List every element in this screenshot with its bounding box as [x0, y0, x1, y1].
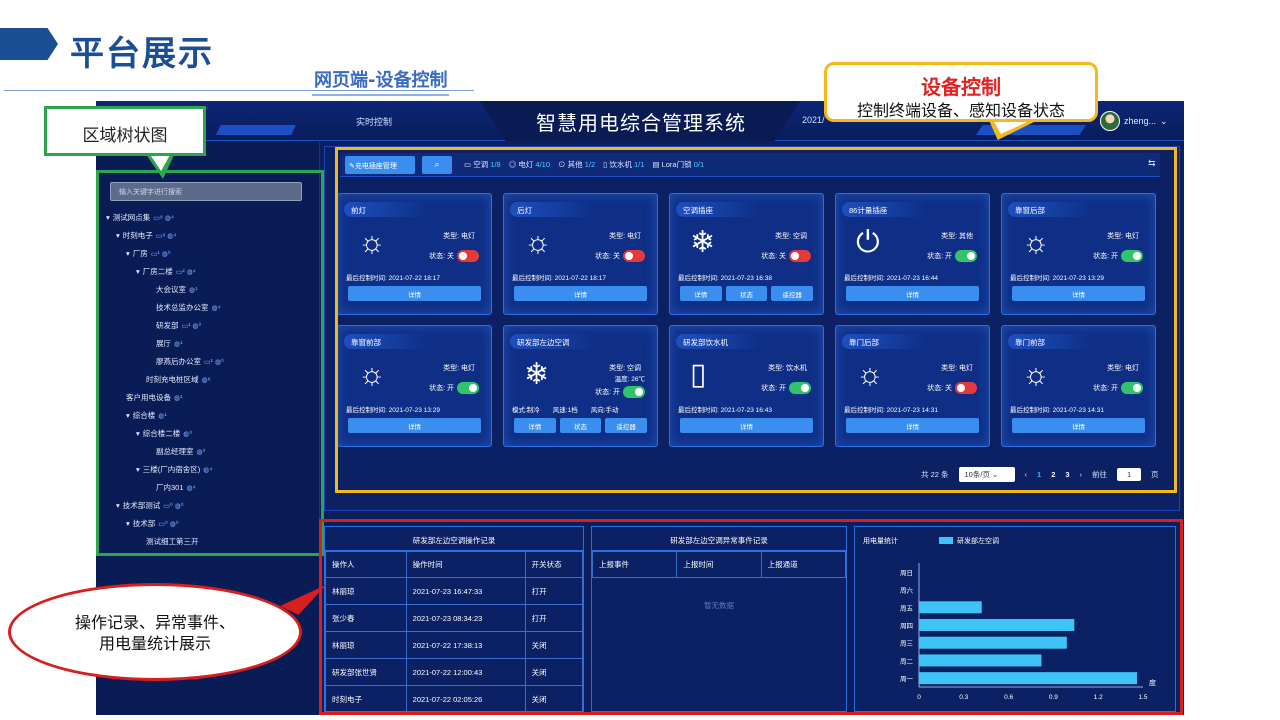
- nav-realtime-control[interactable]: 实时控制: [356, 115, 392, 128]
- control-callout-desc: 控制终端设备、感知设备状态: [856, 101, 1065, 120]
- records-highlight-frame: [319, 519, 1183, 715]
- records-callout-line2: 用电量统计展示: [98, 634, 211, 653]
- avatar[interactable]: [1100, 111, 1120, 131]
- chevron-down-icon: ⌄: [1160, 115, 1168, 126]
- records-callout-line1: 操作记录、异常事件、: [74, 613, 235, 632]
- title-arrow-icon: [0, 28, 58, 60]
- control-callout: 设备控制 控制终端设备、感知设备状态: [824, 62, 1098, 122]
- records-callout: 操作记录、异常事件、 用电量统计展示: [8, 583, 302, 681]
- title-divider: [4, 90, 474, 91]
- tree-callout: 区域树状图: [44, 106, 206, 156]
- header-date: 2021/: [802, 115, 825, 125]
- slide-subtitle: 网页端-设备控制: [312, 66, 450, 96]
- control-callout-title: 设备控制: [921, 75, 1001, 99]
- slide-title: 平台展示: [70, 34, 214, 74]
- system-title: 智慧用电综合管理系统: [536, 113, 746, 135]
- user-name: zheng...: [1124, 116, 1157, 126]
- control-highlight-frame: [335, 147, 1177, 493]
- header-deco-left: [216, 125, 296, 135]
- tree-highlight-frame: [96, 170, 324, 556]
- user-menu[interactable]: zheng... ⌄: [1100, 111, 1168, 131]
